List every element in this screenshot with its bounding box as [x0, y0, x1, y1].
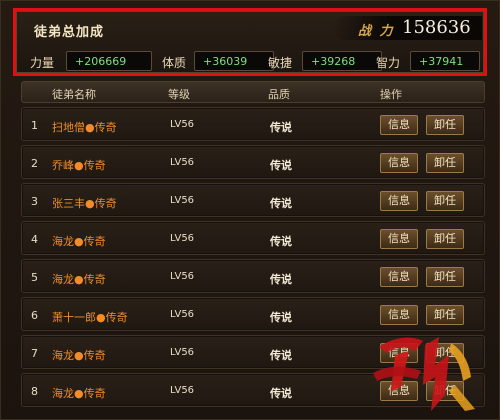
- row-index: 7: [31, 347, 38, 360]
- stat-value: +36039: [194, 51, 274, 71]
- stat-value: +37941: [410, 51, 480, 71]
- disciple-name[interactable]: 海龙●传奇: [52, 271, 106, 287]
- dismiss-button[interactable]: 卸任: [426, 229, 464, 249]
- dismiss-button[interactable]: 卸任: [426, 305, 464, 325]
- disciple-panel: 徒弟总加成 战 力 158636 力量 +206669 体质 +36039 敏捷…: [0, 0, 500, 420]
- disciple-level: LV56: [170, 233, 195, 244]
- dismiss-button[interactable]: 卸任: [426, 153, 464, 173]
- stat-label: 智力: [376, 56, 401, 70]
- disciple-level: LV56: [170, 347, 195, 358]
- disciple-name[interactable]: 扫地僧●传奇: [52, 119, 117, 135]
- table-row: 3 张三丰●传奇 LV56 传说 信息 卸任: [21, 183, 485, 217]
- disciple-quality: 传说: [270, 311, 292, 324]
- disciple-bonus-summary: 徒弟总加成 战 力 158636 力量 +206669 体质 +36039 敏捷…: [13, 8, 487, 76]
- info-button[interactable]: 信息: [380, 305, 418, 325]
- table-row: 4 海龙●传奇 LV56 传说 信息 卸任: [21, 221, 485, 255]
- disciple-name[interactable]: 海龙●传奇: [52, 233, 106, 249]
- disciple-quality: 传说: [270, 387, 292, 400]
- header-level: 等级: [168, 88, 190, 101]
- disciple-level: LV56: [170, 157, 195, 168]
- disciple-quality: 传说: [270, 159, 292, 172]
- stat-value: +206669: [66, 51, 152, 71]
- stat-label: 体质: [162, 56, 187, 70]
- row-index: 4: [31, 233, 38, 246]
- disciple-quality: 传说: [270, 349, 292, 362]
- combat-power-display: 战 力 158636: [332, 16, 482, 40]
- disciple-quality: 传说: [270, 273, 292, 286]
- row-index: 5: [31, 271, 38, 284]
- combat-power-label: 战 力: [358, 24, 395, 39]
- disciple-quality: 传说: [270, 121, 292, 134]
- stat-label: 敏捷: [268, 56, 293, 70]
- dismiss-button[interactable]: 卸任: [426, 191, 464, 211]
- disciple-level: LV56: [170, 385, 195, 396]
- site-logo-watermark-icon: [373, 337, 475, 411]
- info-button[interactable]: 信息: [380, 229, 418, 249]
- row-index: 1: [31, 119, 38, 132]
- dismiss-button[interactable]: 卸任: [426, 115, 464, 135]
- disciple-name[interactable]: 乔峰●传奇: [52, 157, 106, 173]
- disciple-name[interactable]: 海龙●传奇: [52, 347, 106, 363]
- disciple-quality: 传说: [270, 235, 292, 248]
- row-index: 8: [31, 385, 38, 398]
- row-index: 6: [31, 309, 38, 322]
- info-button[interactable]: 信息: [380, 267, 418, 287]
- disciple-name[interactable]: 张三丰●传奇: [52, 195, 117, 211]
- row-index: 3: [31, 195, 38, 208]
- disciple-level: LV56: [170, 119, 195, 130]
- disciple-level: LV56: [170, 271, 195, 282]
- table-row: 5 海龙●传奇 LV56 传说 信息 卸任: [21, 259, 485, 293]
- header-actions: 操作: [380, 88, 402, 101]
- dismiss-button[interactable]: 卸任: [426, 267, 464, 287]
- header-name: 徒弟名称: [52, 88, 96, 101]
- table-row: 2 乔峰●传奇 LV56 传说 信息 卸任: [21, 145, 485, 179]
- disciple-name[interactable]: 萧十一郎●传奇: [52, 309, 128, 325]
- info-button[interactable]: 信息: [380, 191, 418, 211]
- info-button[interactable]: 信息: [380, 153, 418, 173]
- disciple-level: LV56: [170, 309, 195, 320]
- info-button[interactable]: 信息: [380, 115, 418, 135]
- row-index: 2: [31, 157, 38, 170]
- combat-power-value: 158636: [402, 17, 471, 38]
- table-row: 1 扫地僧●传奇 LV56 传说 信息 卸任: [21, 107, 485, 141]
- disciple-level: LV56: [170, 195, 195, 206]
- stat-value: +39268: [302, 51, 382, 71]
- stat-bonus-row: 力量 +206669 体质 +36039 敏捷 +39268 智力 +37941: [30, 51, 480, 71]
- disciple-name[interactable]: 海龙●传奇: [52, 385, 106, 401]
- summary-title: 徒弟总加成: [34, 25, 105, 40]
- header-quality: 品质: [268, 88, 290, 101]
- disciple-table-header: 徒弟名称 等级 品质 操作: [21, 81, 485, 103]
- stat-label: 力量: [30, 56, 55, 70]
- disciple-quality: 传说: [270, 197, 292, 210]
